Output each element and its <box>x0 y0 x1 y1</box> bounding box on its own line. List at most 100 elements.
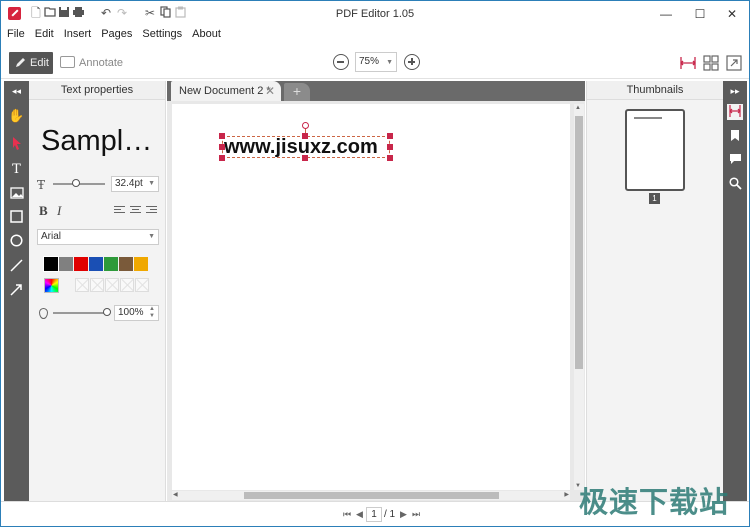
pencil-icon <box>16 58 25 67</box>
font-family-value: Arial <box>41 231 62 242</box>
rectangle-tool-icon[interactable] <box>8 210 25 227</box>
thumbnail-page-number: 1 <box>649 193 660 204</box>
resize-handle[interactable] <box>219 155 225 161</box>
resize-handle[interactable] <box>302 133 308 139</box>
zoom-in-icon[interactable] <box>404 54 420 70</box>
edit-mode-button[interactable]: Edit <box>9 52 53 74</box>
resize-handle[interactable] <box>219 144 225 150</box>
window-title: PDF Editor 1.05 <box>335 8 415 20</box>
menu-file[interactable]: File <box>1 27 29 43</box>
left-tool-rail: ◂◂ ✋ T <box>4 81 29 501</box>
close-tab-icon[interactable]: ✕ <box>265 81 275 101</box>
select-tool-icon[interactable] <box>8 136 25 153</box>
right-tool-rail: ▸▸ <box>723 81 747 501</box>
line-tool-icon[interactable] <box>8 259 25 276</box>
resize-handle[interactable] <box>387 144 393 150</box>
vertical-scrollbar[interactable]: ▲ ▼ <box>574 104 584 490</box>
align-left-icon[interactable] <box>114 206 125 216</box>
align-center-icon[interactable] <box>130 206 141 216</box>
collapse-left-icon[interactable]: ◂◂ <box>8 83 25 100</box>
menu-bar: File Edit Insert Pages Settings About <box>1 27 225 43</box>
resize-handle[interactable] <box>219 133 225 139</box>
color-swatch[interactable] <box>89 257 103 271</box>
new-tab-button[interactable]: + <box>284 83 310 101</box>
opacity-slider-thumb[interactable] <box>103 308 111 316</box>
font-family-select[interactable]: Arial ▼ <box>37 229 159 245</box>
horizontal-scrollbar[interactable]: ◀ ▶ <box>172 491 570 500</box>
zoom-select[interactable]: 75% ▼ <box>355 52 397 72</box>
fullscreen-icon[interactable] <box>725 54 743 72</box>
rotate-handle[interactable] <box>302 122 309 129</box>
maximize-button[interactable]: ☐ <box>690 5 710 23</box>
menu-edit[interactable]: Edit <box>29 27 58 43</box>
resize-handle[interactable] <box>387 133 393 139</box>
menu-settings[interactable]: Settings <box>136 27 186 43</box>
scroll-left-icon[interactable]: ◀ <box>173 491 178 498</box>
opacity-input[interactable]: 100% ▲ ▼ <box>114 305 159 321</box>
collapse-right-icon[interactable]: ▸▸ <box>727 83 743 99</box>
scroll-right-icon[interactable]: ▶ <box>564 491 569 498</box>
close-button[interactable]: ✕ <box>722 5 742 23</box>
scroll-up-icon[interactable]: ▲ <box>575 105 581 111</box>
opacity-slider[interactable] <box>53 312 107 314</box>
bookmark-icon[interactable] <box>727 129 743 145</box>
color-swatch[interactable] <box>74 257 88 271</box>
annotate-mode-label: Annotate <box>79 57 124 69</box>
color-slot-empty[interactable] <box>90 278 104 292</box>
color-swatch[interactable] <box>119 257 133 271</box>
color-slot-empty[interactable] <box>105 278 119 292</box>
thumbnails-panel: Thumbnails 1 <box>586 81 723 501</box>
fit-width-icon[interactable] <box>679 54 697 72</box>
text-tool-icon[interactable]: T <box>8 161 25 178</box>
color-swatch[interactable] <box>43 256 59 272</box>
hand-tool-icon[interactable]: ✋ <box>8 107 25 124</box>
document-tab-strip: New Document 2 * ✕ + <box>167 81 585 101</box>
horizontal-scroll-thumb[interactable] <box>244 492 499 499</box>
bold-button[interactable]: B <box>39 203 48 219</box>
previous-page-icon[interactable]: ◀ <box>356 509 363 520</box>
pdf-page[interactable]: www.jisuxz.com <box>172 104 570 490</box>
thumbnails-panel-icon[interactable] <box>727 104 743 120</box>
color-swatch[interactable] <box>134 257 148 271</box>
menu-pages[interactable]: Pages <box>95 27 136 43</box>
text-object[interactable]: www.jisuxz.com <box>224 136 378 159</box>
ellipse-tool-icon[interactable] <box>8 234 25 251</box>
color-slot-empty[interactable] <box>75 278 89 292</box>
comments-icon[interactable] <box>727 153 743 169</box>
menu-about[interactable]: About <box>186 27 225 43</box>
arrow-tool-icon[interactable] <box>8 283 25 300</box>
font-size-slider-thumb[interactable] <box>72 179 80 187</box>
grid-view-icon[interactable] <box>702 54 720 72</box>
panel-title: Text properties <box>29 81 165 100</box>
font-sample: Sampl… <box>41 125 153 157</box>
resize-handle[interactable] <box>387 155 393 161</box>
zoom-out-icon[interactable] <box>333 54 349 70</box>
page-thumbnail[interactable] <box>625 109 685 191</box>
search-icon[interactable] <box>727 177 743 193</box>
color-swatch[interactable] <box>59 257 73 271</box>
chevron-down-icon: ▼ <box>386 59 393 66</box>
tab-new-document-2[interactable]: New Document 2 * ✕ <box>171 81 281 101</box>
font-size-icon: Ŧ <box>37 178 46 192</box>
next-page-icon[interactable]: ▶ <box>400 509 407 520</box>
title-bar: 🗋 ↶ ↷ ✂ PDF Editor 1.05 — ☐ ✕ <box>1 1 749 27</box>
vertical-scroll-thumb[interactable] <box>575 116 583 369</box>
minimize-button[interactable]: — <box>656 5 676 23</box>
image-tool-icon[interactable] <box>8 186 25 203</box>
menu-insert[interactable]: Insert <box>58 27 96 43</box>
align-right-icon[interactable] <box>146 206 157 216</box>
italic-button[interactable]: I <box>57 203 61 219</box>
font-size-value: 32.4pt <box>115 178 143 189</box>
first-page-icon[interactable]: ⏮ <box>343 509 351 520</box>
last-page-icon[interactable]: ⏭ <box>412 509 420 520</box>
panel-title: Thumbnails <box>587 81 723 100</box>
text-properties-panel: Text properties Sampl… Ŧ 32.4pt ▼ B I Ar… <box>29 81 166 501</box>
color-swatch[interactable] <box>104 257 118 271</box>
page-number-input[interactable]: 1 <box>366 507 382 522</box>
annotate-mode-button[interactable]: Annotate <box>59 53 123 73</box>
color-slot-empty[interactable] <box>120 278 134 292</box>
color-slot-empty[interactable] <box>135 278 149 292</box>
color-picker-icon[interactable] <box>44 278 59 293</box>
resize-handle[interactable] <box>302 155 308 161</box>
font-size-input[interactable]: 32.4pt ▼ <box>111 176 159 192</box>
